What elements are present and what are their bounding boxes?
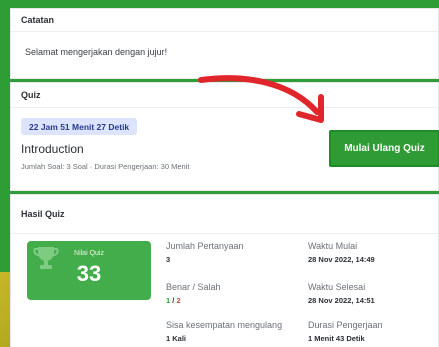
mulai-value: 28 Nov 2022, 14:49: [308, 255, 375, 264]
selesai-label: Waktu Selesai: [308, 282, 366, 292]
timer-badge: 22 Jam 51 Menit 27 Detik: [21, 118, 138, 135]
quiz-meta: Jumlah Soal: 3 Soal · Durasi Pengerjaan:…: [21, 162, 190, 171]
red-arrow-icon: [198, 75, 324, 123]
catatan-panel: Catatan Selamat mengerjakan dengan jujur…: [10, 8, 439, 79]
catatan-note: Selamat mengerjakan dengan jujur!: [25, 47, 168, 57]
divider: [11, 233, 438, 234]
benar-salah-value: 1 / 2: [166, 296, 221, 305]
waktu-mulai: Waktu Mulai 28 Nov 2022, 14:49: [308, 241, 375, 264]
quiz-title: Introduction: [21, 142, 84, 156]
waktu-selesai: Waktu Selesai 28 Nov 2022, 14:51: [308, 282, 375, 305]
sisa-label: Sisa kesempatan mengulang: [166, 320, 283, 330]
sisa-kesempatan: Sisa kesempatan mengulang 1 Kali: [166, 320, 282, 343]
selesai-value: 28 Nov 2022, 14:51: [308, 296, 375, 305]
durasi-value: 1 Menit 43 Detik: [308, 334, 365, 343]
score-card: Nilai Quiz 33: [27, 241, 151, 300]
hasil-section-title: Hasil Quiz: [21, 209, 65, 219]
benar-salah: Benar / Salah 1 / 2: [166, 282, 221, 305]
restart-quiz-button[interactable]: Mulai Ulang Quiz: [329, 130, 439, 167]
mulai-label: Waktu Mulai: [308, 241, 358, 251]
sisa-value: 1 Kali: [166, 334, 187, 343]
durasi-label: Durasi Pengerjaan: [308, 320, 383, 330]
score-value: 33: [76, 261, 102, 286]
benar-salah-label: Benar / Salah: [166, 282, 221, 292]
salah-value: 2: [176, 296, 181, 305]
jumlah-label: Jumlah Pertanyaan: [166, 241, 244, 251]
jumlah-pertanyaan: Jumlah Pertanyaan 3: [166, 241, 244, 264]
durasi-pengerjaan: Durasi Pengerjaan 1 Menit 43 Detik: [308, 320, 383, 343]
score-label: Nilai Quiz: [74, 250, 104, 257]
catatan-title: Catatan: [21, 15, 55, 25]
jumlah-value: 3: [166, 255, 171, 264]
hasil-panel: Hasil Quiz Nilai Quiz 33 Jumlah Pertanya…: [10, 194, 439, 347]
